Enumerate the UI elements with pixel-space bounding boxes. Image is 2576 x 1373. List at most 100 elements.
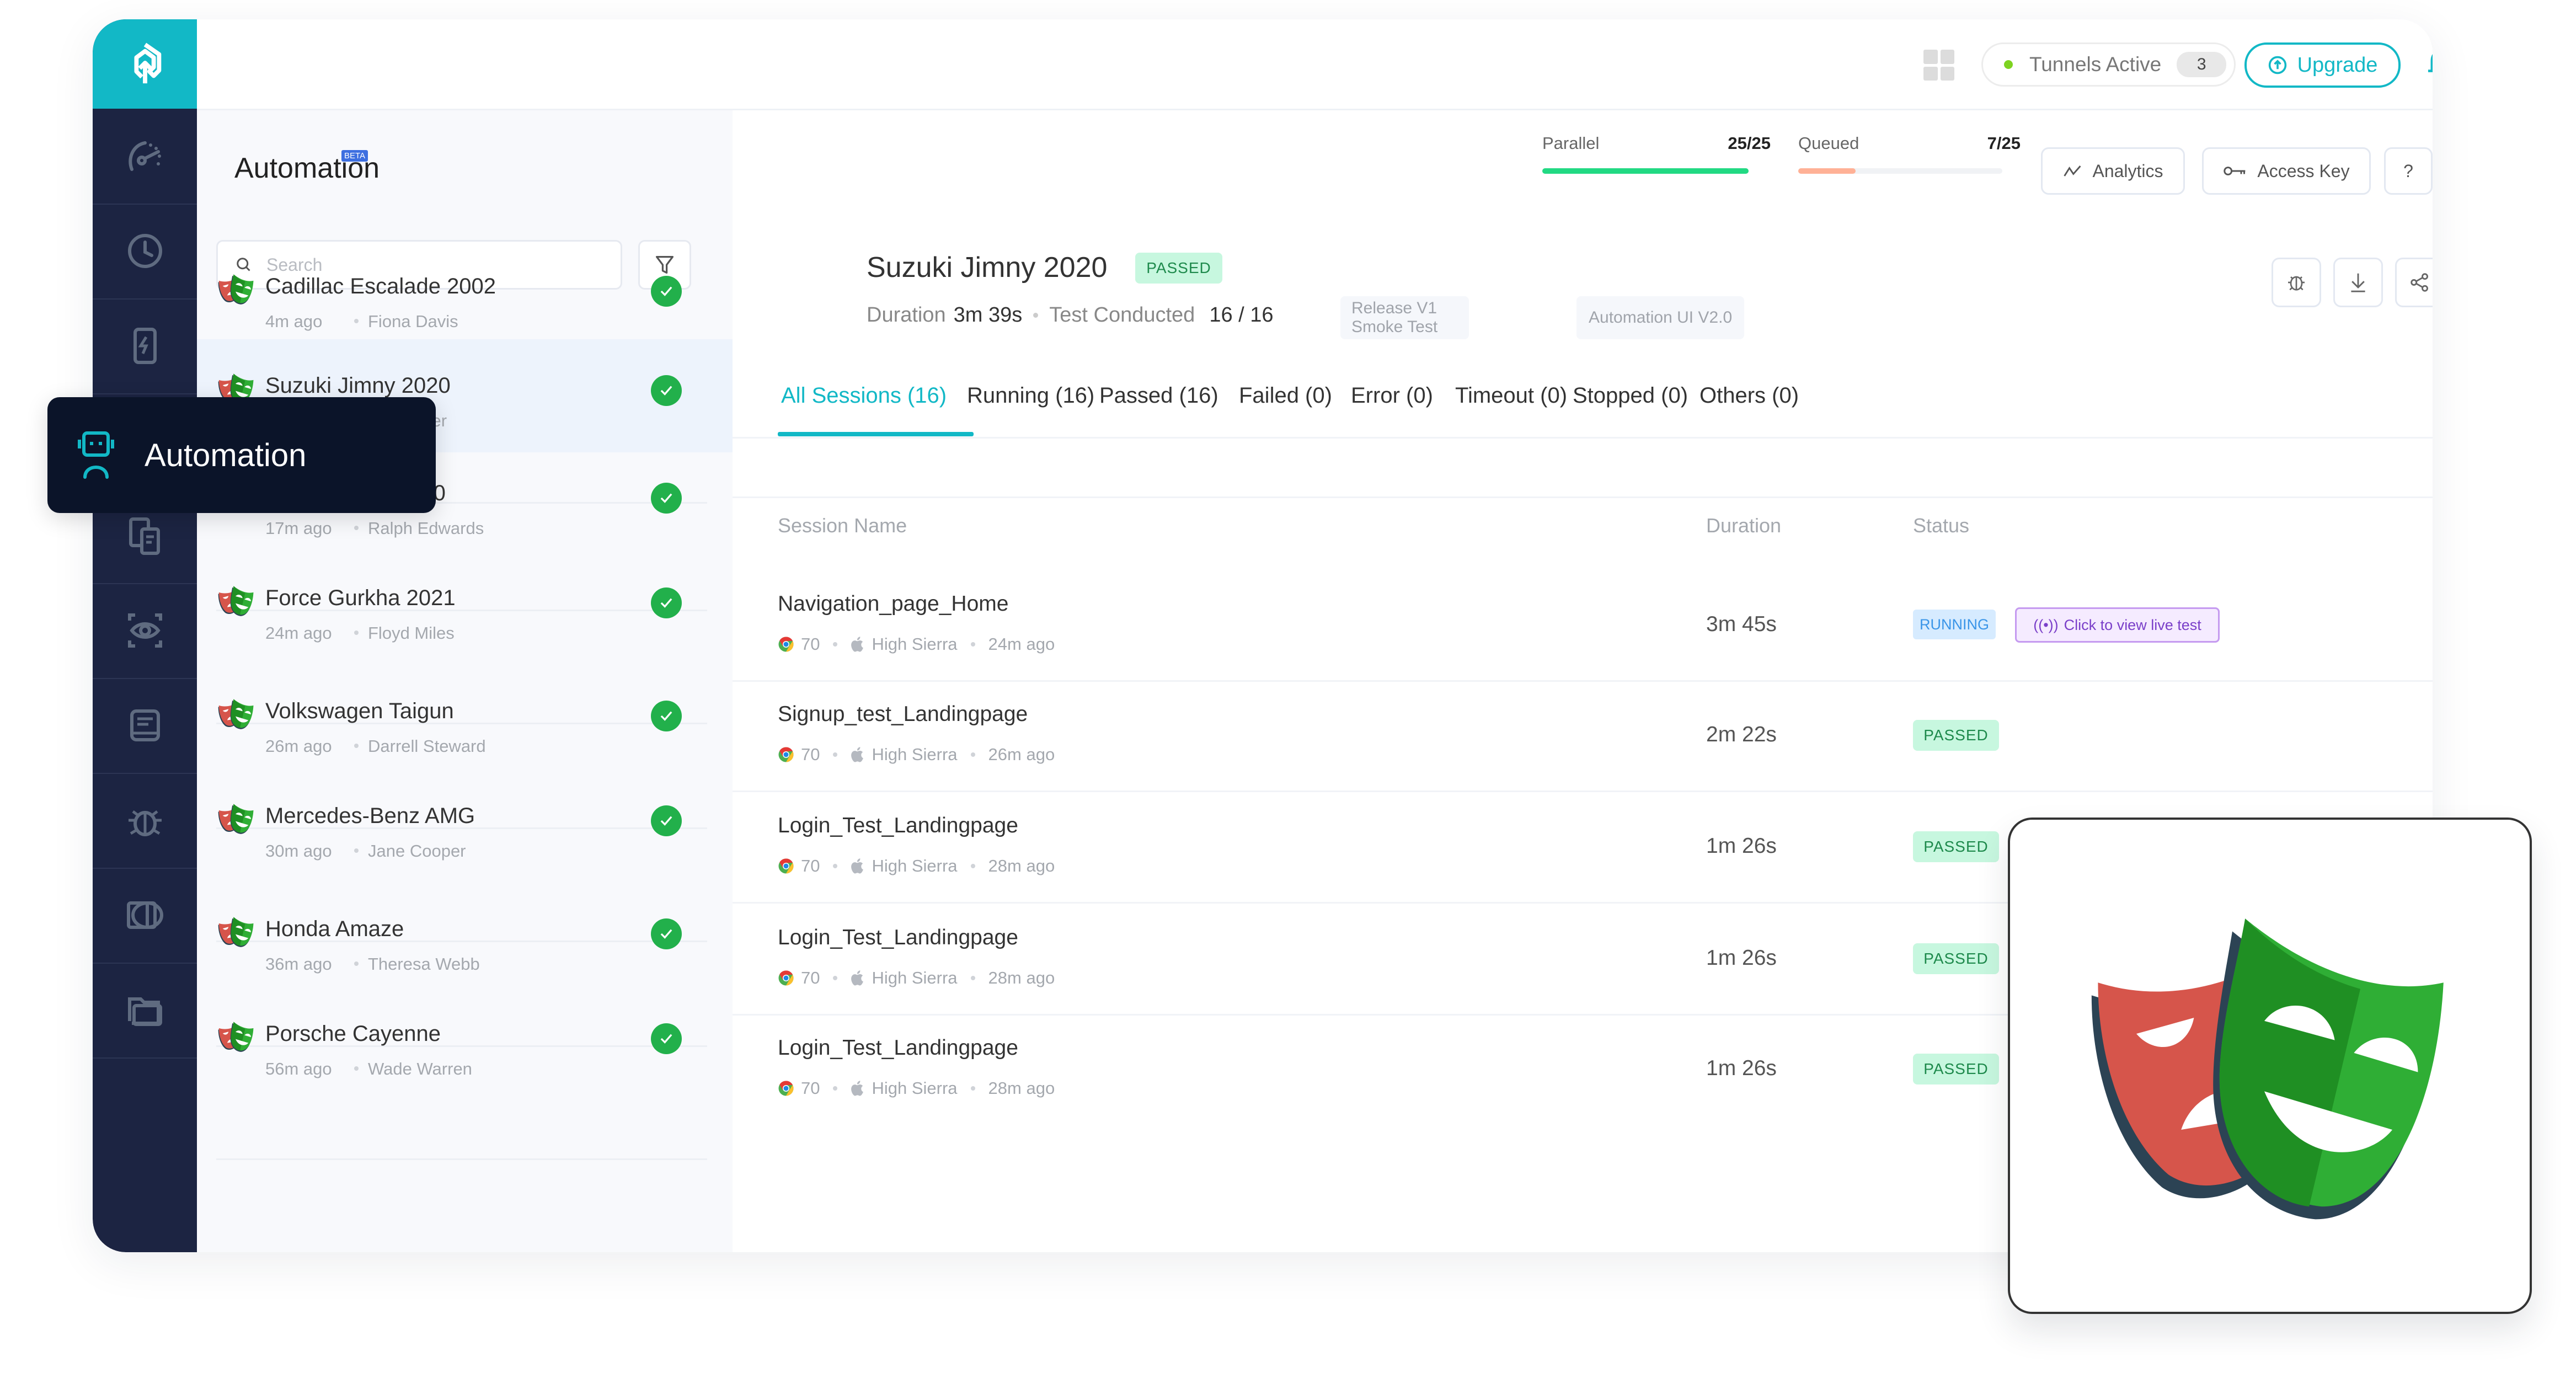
sidebar-item-bugs[interactable]	[93, 773, 197, 869]
sidebar-item-history[interactable]	[93, 204, 197, 300]
tab-stopped[interactable]: Stopped (0)	[1573, 383, 1688, 408]
session-row[interactable]: Signup_test_Landingpage 70 High Sierra 2…	[733, 692, 2433, 803]
build-user: Floyd Miles	[368, 623, 455, 643]
playwright-icon	[216, 585, 255, 617]
apps-grid-icon[interactable]	[1923, 50, 1954, 81]
build-tag[interactable]: Automation UI V2.0	[1576, 296, 1745, 339]
meta-dot	[833, 1086, 838, 1091]
session-meta: 70 High Sierra 28m ago	[778, 856, 1055, 876]
tunnels-active-pill[interactable]: Tunnels Active 3	[1981, 42, 2236, 87]
meta-separator	[1033, 313, 1039, 318]
passed-check-icon	[651, 805, 682, 836]
col-header-session-name: Session Name	[778, 514, 907, 537]
meta-dot	[833, 752, 838, 757]
access-key-button[interactable]: Access Key	[2202, 147, 2371, 195]
logo[interactable]	[93, 19, 197, 109]
session-row[interactable]: Navigation_page_Home 70 High Sierra 24m …	[733, 582, 2433, 692]
session-time: 28m ago	[988, 856, 1055, 875]
meta-dot	[833, 864, 838, 868]
sidebar-item-docs[interactable]	[93, 678, 197, 774]
meta-dot	[354, 1066, 359, 1071]
os-name: High Sierra	[872, 745, 958, 764]
active-tab-indicator	[778, 432, 974, 436]
session-duration: 3m 45s	[1706, 612, 1777, 636]
build-list-item[interactable]: Porsche Cayenne 56m ago Wade Warren	[197, 993, 733, 1081]
queued-bar-fill	[1798, 168, 1856, 174]
parallel-value: 25/25	[1728, 133, 1771, 153]
playwright-icon	[216, 916, 255, 948]
build-list-item[interactable]: Mercedes-Benz AMG 30m ago Jane Cooper	[197, 775, 733, 863]
browser-version: 70	[801, 634, 820, 654]
visual-eye-icon	[127, 613, 162, 648]
tab-failed[interactable]: Failed (0)	[1239, 383, 1332, 408]
browser-version: 70	[801, 968, 820, 987]
session-name: Navigation_page_Home	[778, 592, 1009, 616]
download-button[interactable]	[2333, 258, 2383, 307]
tab-timeout[interactable]: Timeout (0)	[1455, 383, 1567, 408]
share-button[interactable]	[2395, 258, 2433, 307]
analytics-button[interactable]: Analytics	[2041, 147, 2185, 195]
sidebar-item-visual[interactable]	[93, 583, 197, 679]
tunnel-status-dot	[2004, 60, 2013, 69]
session-meta: 70 High Sierra 26m ago	[778, 745, 1055, 765]
session-name: Login_Test_Landingpage	[778, 926, 1018, 949]
report-bug-button[interactable]	[2272, 258, 2321, 307]
meta-dot	[354, 631, 359, 635]
passed-check-icon	[651, 918, 682, 949]
tab-error[interactable]: Error (0)	[1351, 383, 1433, 408]
playwright-icon	[216, 803, 255, 835]
mobile-lightning-icon	[133, 328, 157, 364]
parallel-label: Parallel	[1542, 133, 1600, 153]
build-list-item[interactable]: Cadillac Escalade 2002 4m ago Fiona Davi…	[197, 245, 733, 334]
build-name: Suzuki Jimny 2020	[265, 373, 451, 398]
sidebar-item-compare[interactable]	[93, 868, 197, 964]
status-badge-passed: PASSED	[1913, 831, 1999, 862]
browser-version: 70	[801, 1078, 820, 1098]
sidebar-item-dashboard[interactable]	[93, 109, 197, 205]
analytics-chart-icon	[2064, 165, 2081, 177]
build-time: 24m ago	[265, 623, 332, 643]
queued-value: 7/25	[1987, 133, 2021, 153]
tests-label: Test Conducted	[1049, 303, 1195, 327]
tunnels-label: Tunnels Active	[2029, 53, 2162, 76]
apple-icon	[851, 636, 865, 653]
key-icon	[2224, 167, 2246, 175]
meta-dot	[970, 864, 975, 868]
session-duration: 1m 26s	[1706, 1056, 1777, 1080]
sidebar-item-files[interactable]	[93, 963, 197, 1059]
meta-dot	[833, 976, 838, 980]
col-header-status: Status	[1913, 514, 1970, 537]
passed-check-icon	[651, 375, 682, 406]
build-name: Honda Amaze	[265, 917, 404, 941]
playwright-icon	[216, 1021, 255, 1053]
session-time: 28m ago	[988, 968, 1055, 987]
session-duration: 2m 22s	[1706, 723, 1777, 746]
queued-bar	[1798, 168, 2002, 174]
tab-all[interactable]: All Sessions (16)	[781, 383, 947, 408]
os-name: High Sierra	[872, 968, 958, 987]
notification-bell-icon[interactable]	[2425, 48, 2433, 81]
tab-passed[interactable]: Passed (16)	[1099, 383, 1218, 408]
build-meta: Duration 3m 39s Test Conducted 16 / 16	[867, 303, 1274, 327]
build-tag[interactable]: Release V1 Smoke Test	[1340, 296, 1469, 339]
chrome-icon	[778, 636, 794, 653]
help-icon: ?	[2403, 161, 2413, 181]
tab-others[interactable]: Others (0)	[1699, 383, 1799, 408]
upgrade-button[interactable]: Upgrade	[2244, 42, 2401, 88]
apple-icon	[851, 858, 865, 874]
analytics-label: Analytics	[2092, 161, 2163, 181]
robot-icon	[78, 431, 114, 479]
tab-running[interactable]: Running (16)	[967, 383, 1094, 408]
build-list-item[interactable]: Force Gurkha 2021 24m ago Floyd Miles	[197, 557, 733, 645]
build-list-item[interactable]: Volkswagen Taigun 26m ago Darrell Stewar…	[197, 670, 733, 758]
sidebar-item-real-device[interactable]	[93, 298, 197, 394]
build-list-item[interactable]: Honda Amaze 36m ago Theresa Webb	[197, 888, 733, 976]
help-button[interactable]: ?	[2384, 147, 2433, 195]
arrow-up-circle-icon	[2268, 56, 2286, 74]
view-live-test-button[interactable]: ((•)) Click to view live test	[2015, 607, 2220, 643]
playwright-icon	[216, 698, 255, 730]
builds-panel: Automation BETA Search Cadillac Escalade…	[197, 110, 733, 1252]
status-badge-running: RUNNING	[1913, 610, 1996, 639]
session-name: Login_Test_Landingpage	[778, 814, 1018, 837]
list-divider	[216, 1158, 707, 1160]
